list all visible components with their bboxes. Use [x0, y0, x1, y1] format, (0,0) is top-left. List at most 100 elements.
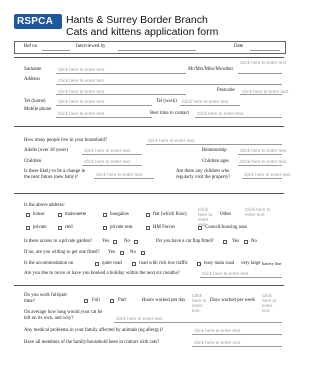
- allergy-input[interactable]: Click here to enter text.: [194, 328, 241, 333]
- busy-road-label: busy main road: [204, 261, 235, 266]
- contact-input[interactable]: Click here to enter text.: [194, 340, 241, 345]
- busy-road-checkbox[interactable]: [197, 262, 201, 266]
- part-time-checkbox[interactable]: [110, 299, 114, 303]
- council-checkbox[interactable]: [198, 226, 202, 230]
- postcode-line: [240, 94, 282, 95]
- reference-box: [14, 41, 286, 54]
- rted-label: rted: [65, 225, 73, 230]
- permission-no-label: No: [130, 250, 136, 255]
- children-line: [82, 165, 142, 166]
- change-label: Is there likely to be a change in the ne…: [24, 169, 86, 180]
- divider: [14, 285, 284, 286]
- address-input-1[interactable]: Click here to enter text.: [58, 78, 105, 83]
- relationship-label: Relationship: [202, 148, 227, 153]
- visit-line: [242, 178, 282, 179]
- other-input[interactable]: Click here to enter text.: [245, 207, 281, 217]
- flat-label: flat (which floor): [153, 212, 187, 217]
- holiday-input[interactable]: Click here to enter text.: [202, 271, 249, 276]
- maisonette-checkbox[interactable]: [58, 213, 62, 217]
- battery-line-label: battery line: [262, 261, 282, 266]
- permission-question: If no, are you willing to get one fitted…: [24, 250, 100, 255]
- children-input[interactable]: Click here to enter text.: [84, 159, 131, 164]
- change-input[interactable]: Click here to enter text.: [96, 172, 143, 177]
- rted-checkbox[interactable]: [58, 226, 62, 230]
- allergy-question: Any medical problems in your family affe…: [24, 328, 164, 333]
- very-large-label: very large: [241, 261, 261, 266]
- adults-line: [82, 154, 142, 155]
- title-label: Mr/Mrs/Miss/Ms/other: [188, 67, 234, 72]
- hm-forces-checkbox[interactable]: [146, 226, 150, 230]
- holiday-question: Are you due to move or have you booked a…: [24, 271, 180, 276]
- visit-input[interactable]: Click here to enter text.: [244, 172, 291, 177]
- alone-input[interactable]: Click here to enter text.: [116, 316, 163, 321]
- tel-home-line: [56, 105, 152, 106]
- ref-no-label: Ref no: [24, 44, 38, 49]
- visit-label: Are there any children who regularly vis…: [176, 169, 231, 180]
- cat-flap-checkbox[interactable]: [223, 240, 227, 244]
- council-label: Council/housing assn: [205, 225, 247, 230]
- title-input[interactable]: Click here to enter text.: [240, 60, 287, 65]
- garden-question: Is there access to a private garden?: [24, 239, 93, 244]
- part-label: Part: [118, 298, 126, 303]
- low-traffic-checkbox[interactable]: [132, 262, 136, 266]
- postcode-label: Postcode: [217, 88, 235, 93]
- garden-no-checkbox[interactable]: [134, 240, 138, 244]
- flat-checkbox[interactable]: [146, 213, 150, 217]
- household-people-line: [146, 144, 282, 145]
- mobile-input[interactable]: Click here to enter text.: [58, 111, 105, 116]
- private-rent-checkbox[interactable]: [103, 226, 107, 230]
- private-label: private: [33, 225, 47, 230]
- divider: [14, 126, 284, 127]
- children-ages-label: Children ages: [202, 159, 230, 164]
- children-ages-line: [238, 165, 282, 166]
- page-subtitle: Cats and kittens application form: [66, 26, 219, 38]
- garden-yes-label: Yes: [102, 239, 110, 244]
- flat-floor-input[interactable]: Click here to enter text.: [198, 207, 216, 227]
- address-line-2: [56, 94, 186, 95]
- adults-label: Adults (over 18 years): [24, 148, 68, 153]
- household-people-label: How many people live in your household?: [24, 138, 108, 143]
- garden-no-label: No: [124, 239, 130, 244]
- surname-input[interactable]: Click here to enter text.: [58, 67, 105, 72]
- ref-no-field[interactable]: [42, 50, 70, 51]
- date-field[interactable]: [250, 50, 280, 51]
- address-label: Address: [24, 77, 41, 82]
- best-time-input[interactable]: Click here to enter text.: [197, 111, 244, 116]
- relationship-input[interactable]: Click here to enter text.: [240, 148, 287, 153]
- private-checkbox[interactable]: [26, 226, 30, 230]
- household-people-input[interactable]: Click here to enter text.: [148, 138, 195, 143]
- full-time-checkbox[interactable]: [84, 299, 88, 303]
- house-checkbox[interactable]: [26, 213, 30, 217]
- garden-yes-checkbox[interactable]: [113, 240, 117, 244]
- hours-label: Hours worked per day: [142, 298, 186, 303]
- other-label: Other: [220, 212, 232, 217]
- children-ages-input[interactable]: Click here to enter text.: [240, 159, 287, 164]
- best-time-label: Best time to contact: [150, 111, 189, 116]
- quiet-road-label: quiet road: [102, 261, 122, 266]
- days-input[interactable]: Click here to enter text.: [262, 293, 282, 313]
- divider: [14, 193, 284, 194]
- children-label: Children: [24, 159, 42, 164]
- adults-input[interactable]: Click here to enter text.: [84, 148, 131, 153]
- full-label: Full: [92, 298, 100, 303]
- mobile-line: [56, 117, 152, 118]
- permission-yes-checkbox[interactable]: [120, 251, 124, 255]
- hours-input[interactable]: Click here to enter text.: [192, 293, 210, 313]
- alone-question: On average how long would your cat be le…: [24, 310, 103, 321]
- surname-label: Surname: [24, 67, 42, 72]
- holiday-line: [200, 277, 282, 278]
- tel-work-input[interactable]: Click here to enter text.: [182, 99, 229, 104]
- bungalow-checkbox[interactable]: [103, 213, 107, 217]
- alone-line: [114, 322, 282, 323]
- cat-flap-yes-checkbox[interactable]: [244, 240, 248, 244]
- interviewed-by-field[interactable]: [118, 50, 196, 51]
- low-traffic-label: road with rich low traffic: [139, 261, 189, 266]
- hm-forces-label: HM Forces: [153, 225, 176, 230]
- tel-home-input[interactable]: Click here to enter text.: [58, 99, 105, 104]
- page-title: Hants & Surrey Border Branch: [66, 14, 208, 26]
- work-question: Do you work full/part time?: [24, 293, 67, 304]
- cat-flap-yes-label: Yes: [232, 239, 240, 244]
- rspca-logo: RSPCA: [14, 14, 62, 29]
- quiet-road-checkbox[interactable]: [95, 262, 99, 266]
- permission-no-checkbox[interactable]: [141, 251, 145, 255]
